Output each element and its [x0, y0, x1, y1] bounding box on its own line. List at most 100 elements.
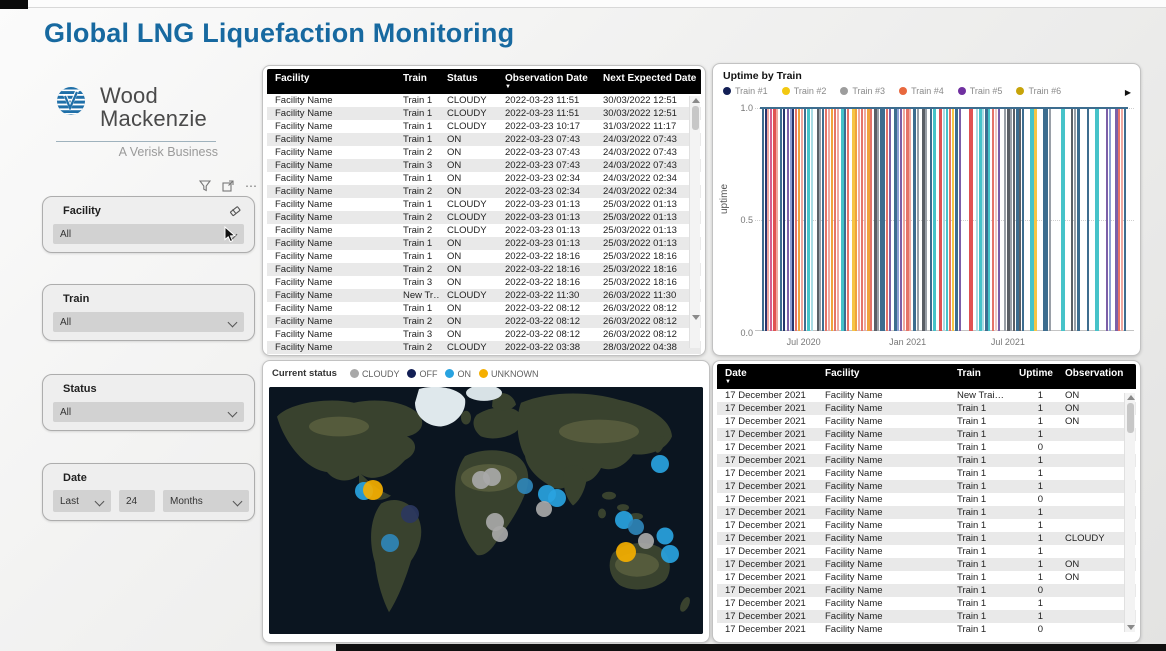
column-header[interactable]: Observation — [1057, 364, 1136, 389]
uptime-bar[interactable] — [1022, 108, 1024, 331]
facility-status-dot[interactable] — [616, 542, 636, 562]
table-row[interactable]: 17 December 2021Facility NameTrain 11 — [717, 610, 1136, 623]
table-row[interactable]: 17 December 2021Facility NameTrain 11 — [717, 428, 1136, 441]
legend-item[interactable]: Train #1 — [723, 86, 768, 96]
table-row[interactable]: Facility NameTrain 2CLOUDY2022-03-23 01:… — [267, 211, 701, 224]
uptime-bar[interactable] — [1030, 108, 1034, 331]
uptime-bar[interactable] — [861, 108, 863, 331]
date-unit-dropdown[interactable]: Months — [163, 490, 249, 512]
table-row[interactable]: Facility NameTrain 2ON2022-03-22 08:1226… — [267, 315, 701, 328]
column-header[interactable]: Facility — [817, 364, 949, 389]
uptime-bar[interactable] — [925, 108, 927, 331]
uptime-bar[interactable] — [1106, 108, 1108, 331]
uptime-bar[interactable] — [982, 108, 984, 331]
legend-item[interactable]: Train #2 — [782, 86, 827, 96]
date-number-input[interactable]: 24 — [119, 490, 155, 512]
uptime-bar[interactable] — [847, 108, 849, 331]
uptime-bar[interactable] — [952, 108, 954, 331]
table-row[interactable]: Facility NameTrain 1ON2022-03-23 02:3424… — [267, 172, 701, 185]
uptime-bar[interactable] — [988, 108, 990, 331]
scroll-down-icon[interactable] — [1127, 625, 1135, 630]
table-row[interactable]: 17 December 2021Facility NameTrain 10 — [717, 623, 1136, 636]
status-dropdown[interactable]: All — [53, 402, 244, 422]
table-row[interactable]: 17 December 2021Facility NameTrain 11CLO… — [717, 532, 1136, 545]
uptime-bar[interactable] — [792, 108, 794, 331]
table-row[interactable]: 17 December 2021Facility NameTrain 11ON — [717, 571, 1136, 584]
uptime-bar[interactable] — [798, 108, 800, 331]
uptime-bar[interactable] — [992, 108, 994, 331]
uptime-bar[interactable] — [1013, 108, 1015, 331]
uptime-bar[interactable] — [976, 108, 978, 331]
column-header[interactable]: Observation Date▼ — [497, 69, 595, 94]
column-header[interactable]: Next Expected Date — [595, 69, 701, 94]
uptime-bar[interactable] — [767, 108, 769, 331]
uptime-bar[interactable] — [949, 108, 951, 331]
table-row[interactable]: 17 December 2021Facility NameTrain 11 — [717, 480, 1136, 493]
date-operator-dropdown[interactable]: Last — [53, 490, 111, 512]
train-dropdown[interactable]: All — [53, 312, 244, 332]
uptime-bar[interactable] — [837, 108, 839, 331]
table-row[interactable]: Facility NameTrain 3ON2022-03-22 18:1625… — [267, 276, 701, 289]
uptime-bar[interactable] — [858, 108, 860, 331]
uptime-bar[interactable] — [1124, 108, 1126, 331]
table-row[interactable]: 17 December 2021Facility NameTrain 11ON — [717, 415, 1136, 428]
clear-selections-icon[interactable] — [228, 205, 241, 218]
uptime-bar[interactable] — [795, 108, 797, 331]
scrollbar-thumb[interactable] — [692, 106, 699, 130]
uptime-bar[interactable] — [783, 108, 785, 331]
table-row[interactable]: Facility NameTrain 1ON2022-03-23 01:1325… — [267, 237, 701, 250]
table-row[interactable]: 17 December 2021Facility NameTrain 11ON — [717, 402, 1136, 415]
table-row[interactable]: Facility NameTrain 1CLOUDY2022-03-23 11:… — [267, 94, 701, 107]
table-row[interactable]: Facility NameTrain 2ON2022-03-22 18:1625… — [267, 263, 701, 276]
table-row[interactable]: 17 December 2021Facility NameTrain 11 — [717, 467, 1136, 480]
uptime-bar[interactable] — [770, 108, 772, 331]
uptime-bar[interactable] — [995, 108, 997, 331]
uptime-bar[interactable] — [1034, 108, 1037, 331]
uptime-bar[interactable] — [900, 108, 902, 331]
table-row[interactable]: Facility NameTrain 3ON2022-03-23 07:4324… — [267, 159, 701, 172]
uptime-bar[interactable] — [943, 108, 945, 331]
scrollbar-thumb[interactable] — [1127, 403, 1134, 433]
uptime-bar[interactable] — [801, 108, 803, 331]
facility-status-dot[interactable] — [517, 478, 533, 494]
table-row[interactable]: 17 December 2021Facility NameTrain 11 — [717, 545, 1136, 558]
chevron-down-icon[interactable] — [229, 408, 237, 416]
table-row[interactable]: Facility NameTrain 1CLOUDY2022-03-23 01:… — [267, 198, 701, 211]
column-header[interactable]: Uptime — [1011, 364, 1057, 389]
scroll-up-icon[interactable] — [1127, 395, 1135, 400]
table-row[interactable]: Facility NameTrain 2CLOUDY2022-03-22 03:… — [267, 341, 701, 354]
table-row[interactable]: Facility NameTrain 1ON2022-03-22 18:1625… — [267, 250, 701, 263]
facility-dropdown[interactable]: All — [53, 224, 244, 244]
uptime-bar[interactable] — [877, 108, 879, 331]
uptime-bar[interactable] — [1049, 108, 1051, 331]
more-options-icon[interactable]: ⋯ — [245, 182, 258, 190]
uptime-bar[interactable] — [969, 108, 973, 331]
table-row[interactable]: 17 December 2021Facility NameTrain 11ON — [717, 558, 1136, 571]
uptime-bar[interactable] — [807, 108, 810, 331]
uptime-bar[interactable] — [883, 108, 885, 331]
table-row[interactable]: 17 December 2021Facility NameTrain 11 — [717, 597, 1136, 610]
uptime-bar[interactable] — [834, 108, 836, 331]
uptime-bar[interactable] — [855, 108, 857, 331]
table-row[interactable]: 17 December 2021Facility NameTrain 10 — [717, 584, 1136, 597]
uptime-bar[interactable] — [776, 108, 778, 331]
chevron-down-icon[interactable] — [229, 318, 237, 326]
uptime-bar[interactable] — [1046, 108, 1048, 331]
legend-item[interactable]: Train #6 — [1016, 86, 1061, 96]
scroll-up-icon[interactable] — [692, 98, 700, 103]
map-legend-item[interactable]: UNKNOWN — [479, 369, 539, 379]
column-header[interactable]: Train — [395, 69, 439, 94]
uptime-bar[interactable] — [998, 108, 1000, 331]
table-row[interactable]: Facility NameTrain 1ON2022-03-23 07:4324… — [267, 133, 701, 146]
uptime-bar[interactable] — [886, 108, 888, 331]
uptime-bar[interactable] — [1061, 108, 1065, 331]
uptime-bar[interactable] — [946, 108, 948, 331]
uptime-bar[interactable] — [913, 108, 916, 331]
column-header[interactable]: Status — [439, 69, 497, 94]
uptime-bar[interactable] — [959, 108, 961, 331]
uptime-bar[interactable] — [1095, 108, 1099, 331]
uptime-bar[interactable] — [1010, 108, 1012, 331]
table-row[interactable]: 17 December 2021Facility NameTrain 11 — [717, 506, 1136, 519]
uptime-bar[interactable] — [844, 108, 846, 331]
facility-status-dot[interactable] — [656, 528, 673, 545]
